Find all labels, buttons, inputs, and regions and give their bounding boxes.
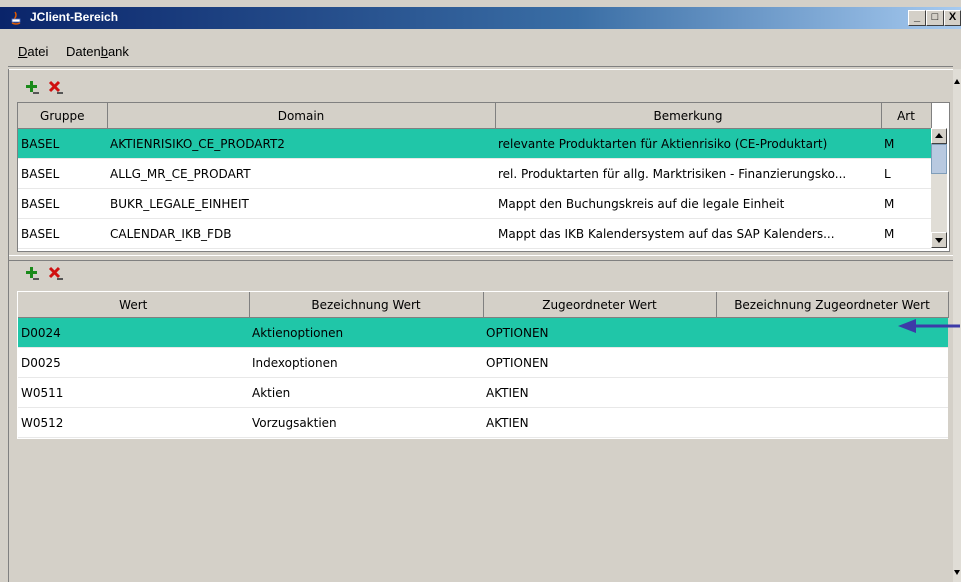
cell-gruppe: BASEL (18, 158, 107, 189)
cell-domain: ALLG_MR_CE_PRODART (107, 158, 495, 189)
table-row[interactable]: D0025 Indexoptionen OPTIONEN (18, 347, 948, 378)
arrow-up-icon (954, 79, 960, 84)
cell-art: M (881, 188, 931, 219)
table-row[interactable]: BASEL BUKR_LEGALE_EINHEIT Mappt den Buch… (18, 188, 931, 219)
table-row[interactable]: W0512 Vorzugsaktien AKTIEN (18, 407, 948, 438)
annotation-arrow-icon (898, 319, 960, 333)
cell-bemerkung: rel. Produktarten für allg. Marktrisiken… (495, 158, 881, 189)
cell-wert: D0025 (18, 347, 249, 378)
outer-scroll-down[interactable] (953, 566, 961, 578)
scroll-thumb[interactable] (931, 144, 947, 174)
cell-zugeordneter-wert: AKTIEN (483, 407, 716, 438)
cell-bemerkung: relevante Produktarten für Aktienrisiko … (495, 128, 881, 159)
menu-datei[interactable]: Datei (18, 44, 48, 59)
menu-separator (8, 66, 953, 70)
col-header-wert[interactable]: Wert (18, 292, 250, 318)
window-title: JClient-Bereich (30, 10, 119, 24)
cell-zugeordneter-wert: AKTIEN (483, 377, 716, 408)
menu-datenbank-mnemonic: b (100, 44, 108, 59)
col-header-zugeordneter-wert[interactable]: Zugeordneter Wert (483, 292, 717, 318)
table-row[interactable]: BASEL AKTIENRISIKO_CE_PRODART2 relevante… (18, 128, 931, 159)
cell-art: L (881, 158, 931, 189)
col-header-domain[interactable]: Domain (107, 103, 496, 129)
cell-bezeichnung-wert: Aktienoptionen (249, 317, 483, 348)
cell-wert: W0511 (18, 377, 249, 408)
split-pane-divider[interactable] (9, 255, 953, 261)
cell-art: M (881, 128, 931, 159)
col-header-gruppe[interactable]: Gruppe (18, 103, 108, 129)
cell-domain: AKTIENRISIKO_CE_PRODART2 (107, 128, 495, 159)
frame-left-border (8, 69, 9, 582)
scroll-down-button[interactable] (931, 232, 947, 248)
value-table-header: Wert Bezeichnung Wert Zugeordneter Wert … (18, 292, 949, 318)
cell-bezeichnung-wert: Aktien (249, 377, 483, 408)
cell-domain: CALENDAR_IKB_FDB (107, 218, 495, 249)
menu-datenbank[interactable]: Datenbank (66, 44, 129, 59)
domain-table-header: Gruppe Domain Bemerkung Art (18, 103, 932, 129)
close-button[interactable]: X (944, 10, 961, 26)
arrow-up-icon (935, 133, 943, 138)
cell-gruppe: BASEL (18, 218, 107, 249)
menu-datei-rest: atei (27, 44, 49, 59)
cell-gruppe: BASEL (18, 188, 107, 219)
table-row[interactable]: BASEL ALLG_MR_CE_PRODART rel. Produktart… (18, 158, 931, 189)
menu-datenbank-rest: ank (107, 44, 129, 59)
col-header-bezeichnung-zugeordneter-wert[interactable]: Bezeichnung Zugeordneter Wert (716, 292, 949, 318)
cell-bezeichnung-wert: Indexoptionen (249, 347, 483, 378)
col-header-art[interactable]: Art (881, 103, 932, 129)
delete-row-icon[interactable] (48, 80, 64, 96)
title-bar (0, 7, 961, 29)
cell-art: M (881, 218, 931, 249)
cell-zugeordneter-wert: OPTIONEN (483, 317, 716, 348)
minimize-button[interactable]: _ (908, 10, 926, 26)
value-table: Wert Bezeichnung Wert Zugeordneter Wert … (18, 292, 949, 438)
java-app-icon (11, 11, 21, 25)
cell-bemerkung: Mappt den Buchungskreis auf die legale E… (495, 188, 881, 219)
table-row[interactable]: BASEL CALENDAR_IKB_FDB Mappt das IKB Kal… (18, 218, 931, 249)
col-header-bemerkung[interactable]: Bemerkung (495, 103, 882, 129)
cell-bezeichnung-wert: Vorzugsaktien (249, 407, 483, 438)
cell-bezeichnung-zugeordneter-wert (716, 347, 948, 378)
table-row[interactable]: D0024 Aktienoptionen OPTIONEN (18, 317, 948, 348)
cell-domain: BUKR_LEGALE_EINHEIT (107, 188, 495, 219)
cell-bezeichnung-zugeordneter-wert (716, 407, 948, 438)
add-value-icon[interactable] (24, 266, 40, 282)
table-row[interactable]: W0511 Aktien AKTIEN (18, 377, 948, 408)
arrow-down-icon (954, 570, 960, 575)
add-row-icon[interactable] (24, 80, 40, 96)
cell-bemerkung: Mappt das IKB Kalendersystem auf das SAP… (495, 218, 881, 249)
arrow-down-icon (935, 238, 943, 243)
delete-value-icon[interactable] (48, 266, 64, 282)
menu-datenbank-pre: Daten (66, 44, 101, 59)
scroll-up-button[interactable] (931, 128, 947, 144)
maximize-button[interactable]: □ (926, 10, 944, 26)
cell-gruppe: BASEL (18, 128, 107, 159)
cell-wert: D0024 (18, 317, 249, 348)
col-header-bezeichnung-wert[interactable]: Bezeichnung Wert (249, 292, 484, 318)
outer-scroll-up[interactable] (953, 76, 961, 88)
menu-datei-mnemonic: D (18, 44, 28, 59)
cell-bezeichnung-zugeordneter-wert (716, 377, 948, 408)
cell-wert: W0512 (18, 407, 249, 438)
domain-table: Gruppe Domain Bemerkung Art BASEL AKTIEN… (18, 103, 932, 249)
cell-zugeordneter-wert: OPTIONEN (483, 347, 716, 378)
